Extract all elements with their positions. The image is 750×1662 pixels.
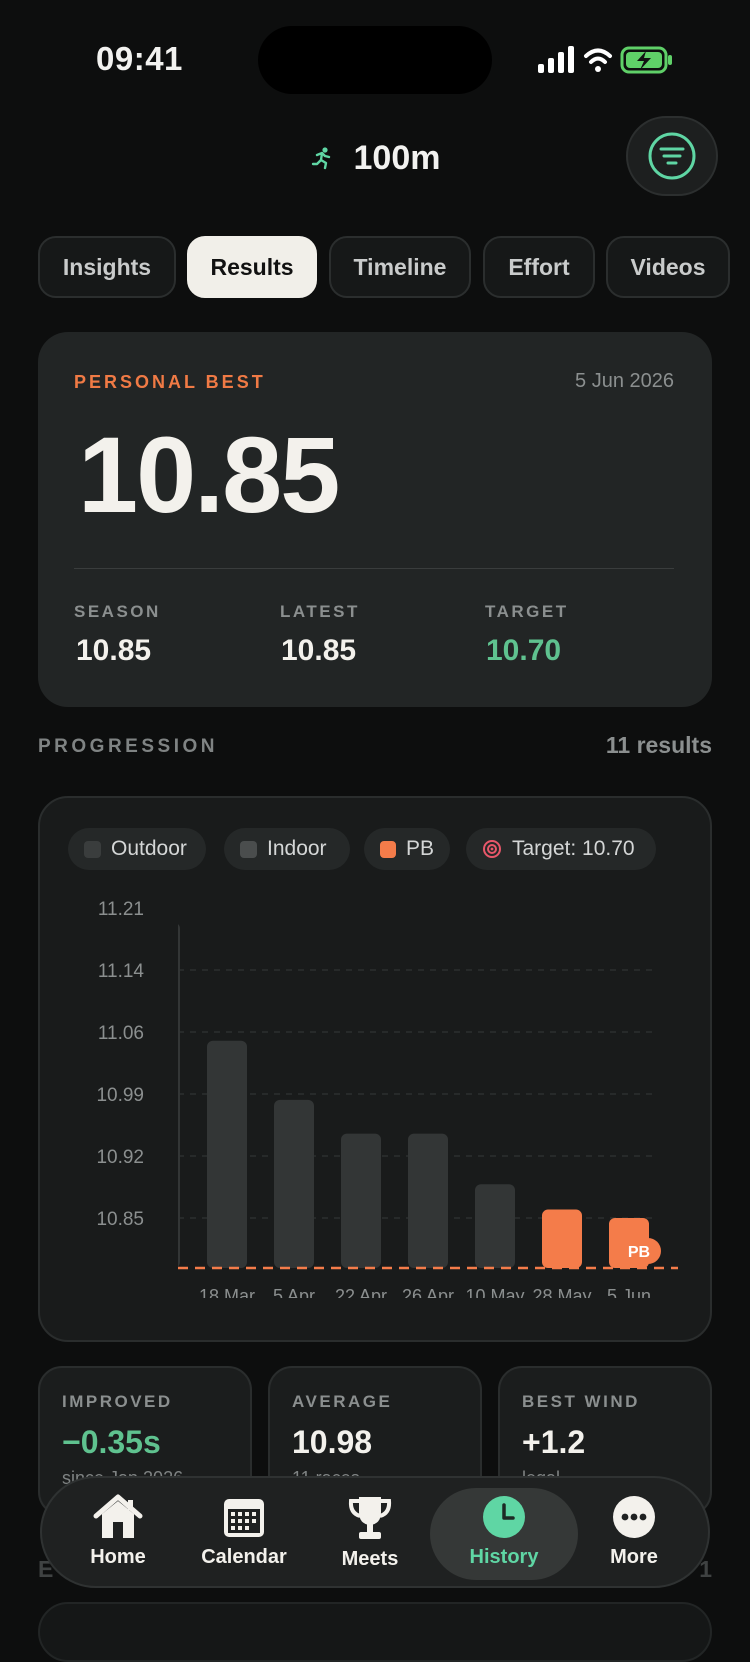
x-tick-label: 5 Apr bbox=[273, 1286, 315, 1306]
tab-effort[interactable]: Effort bbox=[483, 236, 595, 298]
bar bbox=[341, 1133, 381, 1268]
next-section-card bbox=[38, 1602, 712, 1662]
nav-home[interactable]: Home bbox=[56, 1488, 180, 1580]
x-tick-label: 5 Jun bbox=[607, 1286, 651, 1306]
y-tick-label: 11.14 bbox=[98, 961, 145, 982]
pb-date: 5 Jun 2026 bbox=[575, 370, 674, 392]
pb-badge-label: PB bbox=[628, 1244, 650, 1261]
nav-meets[interactable]: Meets bbox=[308, 1488, 432, 1580]
average-label: AVERAGE bbox=[292, 1392, 393, 1411]
y-tick-label: 11.21 bbox=[98, 899, 144, 920]
dynamic-island bbox=[258, 26, 492, 94]
status-icons bbox=[538, 46, 672, 74]
average-value: 10.98 bbox=[292, 1424, 373, 1460]
y-tick-label: 10.92 bbox=[96, 1147, 144, 1168]
divider bbox=[74, 568, 674, 569]
battery-icon bbox=[620, 46, 672, 74]
nav-label: History bbox=[469, 1546, 539, 1568]
pb-label: PERSONAL BEST bbox=[74, 372, 266, 392]
x-tick-label: 18 Mar bbox=[199, 1286, 255, 1306]
latest-label: LATEST bbox=[280, 602, 360, 621]
nav-calendar[interactable]: Calendar bbox=[182, 1488, 306, 1580]
nav-label: Meets bbox=[341, 1548, 399, 1570]
target-value: 10.70 bbox=[486, 634, 562, 667]
tab-insights[interactable]: Insights bbox=[38, 236, 176, 298]
personal-best-card: PERSONAL BEST 5 Jun 2026 10.85 SEASON 10… bbox=[38, 332, 712, 707]
bar bbox=[542, 1209, 582, 1268]
best-wind-label: BEST WIND bbox=[522, 1392, 640, 1411]
x-tick-label: 26 Apr bbox=[402, 1286, 454, 1306]
bar bbox=[274, 1099, 314, 1268]
trophy-icon bbox=[348, 1497, 392, 1539]
filter-icon bbox=[648, 132, 696, 180]
bar bbox=[178, 924, 180, 1267]
pb-value: 10.85 bbox=[78, 414, 340, 535]
x-tick-label: 22 Apr bbox=[335, 1286, 387, 1306]
improved-label: IMPROVED bbox=[62, 1392, 173, 1411]
nav-label: Home bbox=[90, 1546, 146, 1568]
results-count: 11 results bbox=[605, 732, 712, 758]
nav-label: Calendar bbox=[201, 1546, 287, 1568]
y-tick-label: 11.06 bbox=[98, 1023, 144, 1044]
tab-videos[interactable]: Videos bbox=[606, 236, 730, 298]
bar bbox=[207, 1040, 247, 1268]
bar bbox=[475, 1184, 515, 1268]
improved-value: −0.35s bbox=[62, 1424, 161, 1460]
runner-icon bbox=[311, 147, 330, 170]
section-title: PROGRESSION bbox=[38, 736, 218, 757]
calendar-icon bbox=[224, 1499, 264, 1537]
season-value: 10.85 bbox=[76, 634, 152, 667]
bar bbox=[408, 1133, 448, 1268]
progression-chart: 11.21 11.14 11.06 10.99 10.92 10.85 Feb 18 Mar… bbox=[96, 899, 678, 1306]
season-label: SEASON bbox=[74, 602, 161, 621]
x-tick-label: 10 May bbox=[465, 1286, 524, 1306]
x-tick-label: Feb bbox=[144, 1286, 175, 1306]
filter-button[interactable] bbox=[626, 116, 718, 196]
clock-icon bbox=[483, 1496, 525, 1538]
status-time: 09:41 bbox=[96, 40, 183, 77]
target-label: TARGET bbox=[485, 602, 569, 621]
home-icon bbox=[93, 1494, 143, 1538]
tab-timeline[interactable]: Timeline bbox=[329, 236, 471, 298]
y-tick-label: 10.99 bbox=[96, 1085, 144, 1106]
best-wind-value: +1.2 bbox=[522, 1424, 586, 1460]
bottom-tab-bar: Home Calendar Meets History More bbox=[40, 1476, 710, 1588]
more-icon bbox=[613, 1496, 655, 1538]
signal-icon bbox=[538, 46, 574, 73]
latest-value: 10.85 bbox=[281, 634, 357, 667]
wifi-icon bbox=[584, 48, 612, 72]
progression-chart-card: Outdoor Indoor PB Target: 10.70 11.21 11.… bbox=[38, 796, 712, 1342]
tab-results[interactable]: Results bbox=[187, 236, 317, 298]
nav-history[interactable]: History bbox=[430, 1488, 578, 1580]
y-tick-label: 10.85 bbox=[96, 1209, 144, 1230]
x-tick-label: 28 May bbox=[532, 1286, 591, 1306]
nav-more[interactable]: More bbox=[572, 1488, 696, 1580]
page-title: 100m bbox=[353, 138, 441, 177]
nav-label: More bbox=[610, 1546, 658, 1568]
